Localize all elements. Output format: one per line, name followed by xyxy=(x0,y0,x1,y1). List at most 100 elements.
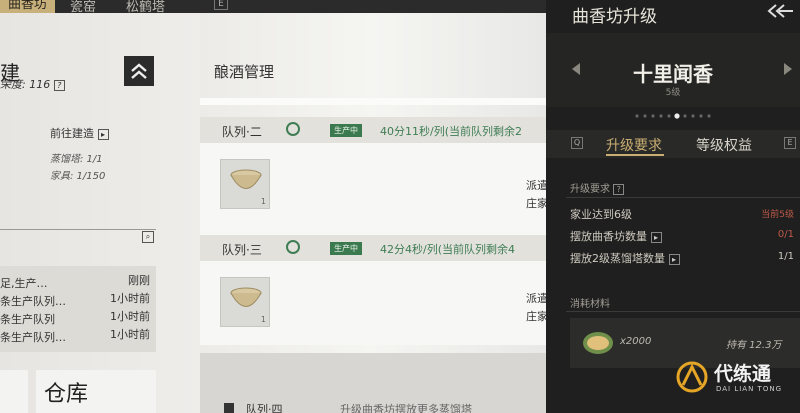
dispatch-label: 派遣 xyxy=(526,179,548,192)
log-time: 1小时前 xyxy=(110,292,150,305)
prosperity-value: 116 xyxy=(29,78,51,91)
upgrade-chevron-button[interactable] xyxy=(124,56,154,86)
next-tab-key[interactable]: E xyxy=(214,0,228,10)
requirement-label: 摆放2级蒸馏塔数量 xyxy=(570,252,665,265)
log-time: 1小时前 xyxy=(110,328,150,341)
bowl-icon xyxy=(230,287,262,307)
warehouse-tile[interactable]: 仓库 xyxy=(36,370,156,413)
list-item: 条生产队列 1小时前 xyxy=(0,308,150,327)
requirement-label: 家业达到6级 xyxy=(570,208,632,221)
divider xyxy=(566,311,800,312)
item-count: 1 xyxy=(260,197,266,206)
material-amount: x2000 xyxy=(620,336,652,347)
wine-bowl-slot[interactable]: 1 xyxy=(220,159,270,209)
item-count: 1 xyxy=(260,315,266,324)
wine-bowl-slot[interactable]: 1 xyxy=(220,277,270,327)
list-item: 条生产队列… 1小时前 xyxy=(0,290,150,309)
queue-card-locked: 队列·四 升级曲香坊摆放更多蒸馏塔 xyxy=(200,353,546,413)
watermark-subtext: DAI LIAN TONG xyxy=(716,385,783,393)
back-icon[interactable] xyxy=(764,2,794,20)
queue-time: 42分4秒/列(当前队列剩余4 xyxy=(380,243,515,256)
melon-icon xyxy=(583,332,613,354)
requirement-value: 当前5级 xyxy=(761,210,794,220)
tab-right-key[interactable]: E xyxy=(784,137,796,149)
double-chevron-up-icon xyxy=(131,63,147,79)
divider xyxy=(0,229,156,230)
watermark-logo-icon xyxy=(676,361,708,393)
dispatch-label: 派遣 xyxy=(526,292,548,305)
dispatch-sub: 庄家 xyxy=(526,310,548,323)
top-tab-bar: 曲香坊 瓷窑 松鹤塔 E xyxy=(0,0,546,13)
arrow-right-icon[interactable]: ▸ xyxy=(668,253,680,265)
log-time: 1小时前 xyxy=(110,310,150,323)
dispatch-sub: 庄家 xyxy=(526,197,548,210)
brewing-management-panel: 酿酒管理 队列·二 生产中 40分11秒/列(当前队列剩余2 1 派遣 庄家 队… xyxy=(200,13,548,413)
tab-songhetower[interactable]: 松鹤塔 xyxy=(126,0,165,13)
queue-card: 队列·二 生产中 40分11秒/列(当前队列剩余2 1 派遣 庄家 xyxy=(200,117,548,237)
status-badge: 生产中 xyxy=(330,242,362,255)
requirement-label: 摆放曲香坊数量 xyxy=(570,230,647,243)
queue-header: 队列·三 生产中 42分4秒/列(当前队列剩余4 xyxy=(200,235,546,261)
list-item: 足,生产… 刚刚 xyxy=(0,272,150,291)
prosperity-row: 荣度: 116 ? xyxy=(0,76,65,92)
tab-quxiangfang[interactable]: 曲香坊 xyxy=(0,0,56,13)
goto-build-label: 前往建造 xyxy=(50,127,94,140)
tab-ciyao[interactable]: 瓷窑 xyxy=(70,0,96,13)
log-list: 足,生产… 刚刚 条生产队列… 1小时前 条生产队列 1小时前 条生产队列… 1… xyxy=(0,266,156,352)
requirement-value: 0/1 xyxy=(777,229,794,240)
material-owned: 持有 12.3万 xyxy=(726,340,782,351)
search-icon[interactable]: ⌕ xyxy=(142,231,154,243)
log-text: 条生产队列… xyxy=(0,331,66,344)
log-text: 条生产队列… xyxy=(0,295,66,308)
queue-name: 队列·三 xyxy=(222,243,262,257)
log-text: 足,生产… xyxy=(0,277,48,290)
help-icon[interactable]: ? xyxy=(613,183,625,195)
panel-title: 曲香坊升级 xyxy=(572,7,657,27)
arrow-right-icon[interactable]: ▸ xyxy=(650,231,662,243)
tab-upgrade-requirements[interactable]: 升级要求 xyxy=(606,135,662,155)
page-dots xyxy=(634,104,714,119)
pagination-dots xyxy=(635,113,711,119)
requirements-heading: 升级要求 ? xyxy=(570,180,625,195)
lock-icon xyxy=(224,403,234,413)
log-time: 刚刚 xyxy=(128,274,150,287)
tab-level-benefits[interactable]: 等级权益 xyxy=(696,135,752,155)
log-text: 条生产队列 xyxy=(0,313,55,326)
queue-card: 队列·三 生产中 42分4秒/列(当前队列剩余4 1 派遣 庄家 xyxy=(200,235,548,345)
wine-level: 5级 xyxy=(665,88,681,98)
page-title: 酿酒管理 xyxy=(214,63,275,81)
requirement-value: 1/1 xyxy=(777,251,794,262)
warehouse-label: 仓库 xyxy=(44,382,89,407)
tab-strip xyxy=(546,130,800,158)
tab-left-key[interactable]: Q xyxy=(571,137,583,149)
refresh-icon[interactable] xyxy=(286,240,300,254)
watermark: 代练通 DAI LIAN TONG xyxy=(674,355,800,403)
prosperity-label: 荣度: xyxy=(0,78,26,91)
watermark-text: 代练通 xyxy=(714,363,772,385)
requirements-heading-label: 升级要求 xyxy=(570,184,610,195)
help-icon[interactable]: ? xyxy=(53,79,65,91)
upgrade-panel: 曲香坊升级 十里闻香 5级 Q 升级要求 等级权益 E 升级要求 ? 家业达到6… xyxy=(546,0,800,413)
wine-name: 十里闻香 xyxy=(633,62,713,86)
queue-hint: 升级曲香坊摆放更多蒸馏塔 xyxy=(340,403,472,413)
queue-name: 队列·四 xyxy=(246,403,283,413)
requirement-label-row3: 摆放2级蒸馏塔数量 ▸ xyxy=(570,250,680,266)
materials-heading: 消耗材料 xyxy=(570,299,610,310)
divider xyxy=(566,197,800,198)
goto-build-link[interactable]: 前往建造 ▸ xyxy=(50,125,109,141)
queue-time: 40分11秒/列(当前队列剩余2 xyxy=(380,125,522,138)
arrow-right-icon: ▸ xyxy=(97,128,109,140)
still-count: 蒸馏塔: 1/1 xyxy=(50,154,103,165)
requirement-label-row2: 摆放曲香坊数量 ▸ xyxy=(570,228,662,244)
list-item: 条生产队列… 1小时前 xyxy=(0,326,150,345)
refresh-icon[interactable] xyxy=(286,122,300,136)
bowl-icon xyxy=(230,169,262,189)
divider xyxy=(200,98,546,105)
queue-header: 队列·二 生产中 40分11秒/列(当前队列剩余2 xyxy=(200,117,546,143)
furniture-count: 家具: 1/150 xyxy=(50,171,106,182)
status-badge: 生产中 xyxy=(330,124,362,137)
tile-left[interactable] xyxy=(0,370,28,413)
active-tab-underline xyxy=(606,154,664,156)
building-info-panel: 建 荣度: 116 ? 前往建造 ▸ 蒸馏塔: 1/1 家具: 1/150 ⌕ … xyxy=(0,13,200,413)
queue-name: 队列·二 xyxy=(222,125,262,139)
